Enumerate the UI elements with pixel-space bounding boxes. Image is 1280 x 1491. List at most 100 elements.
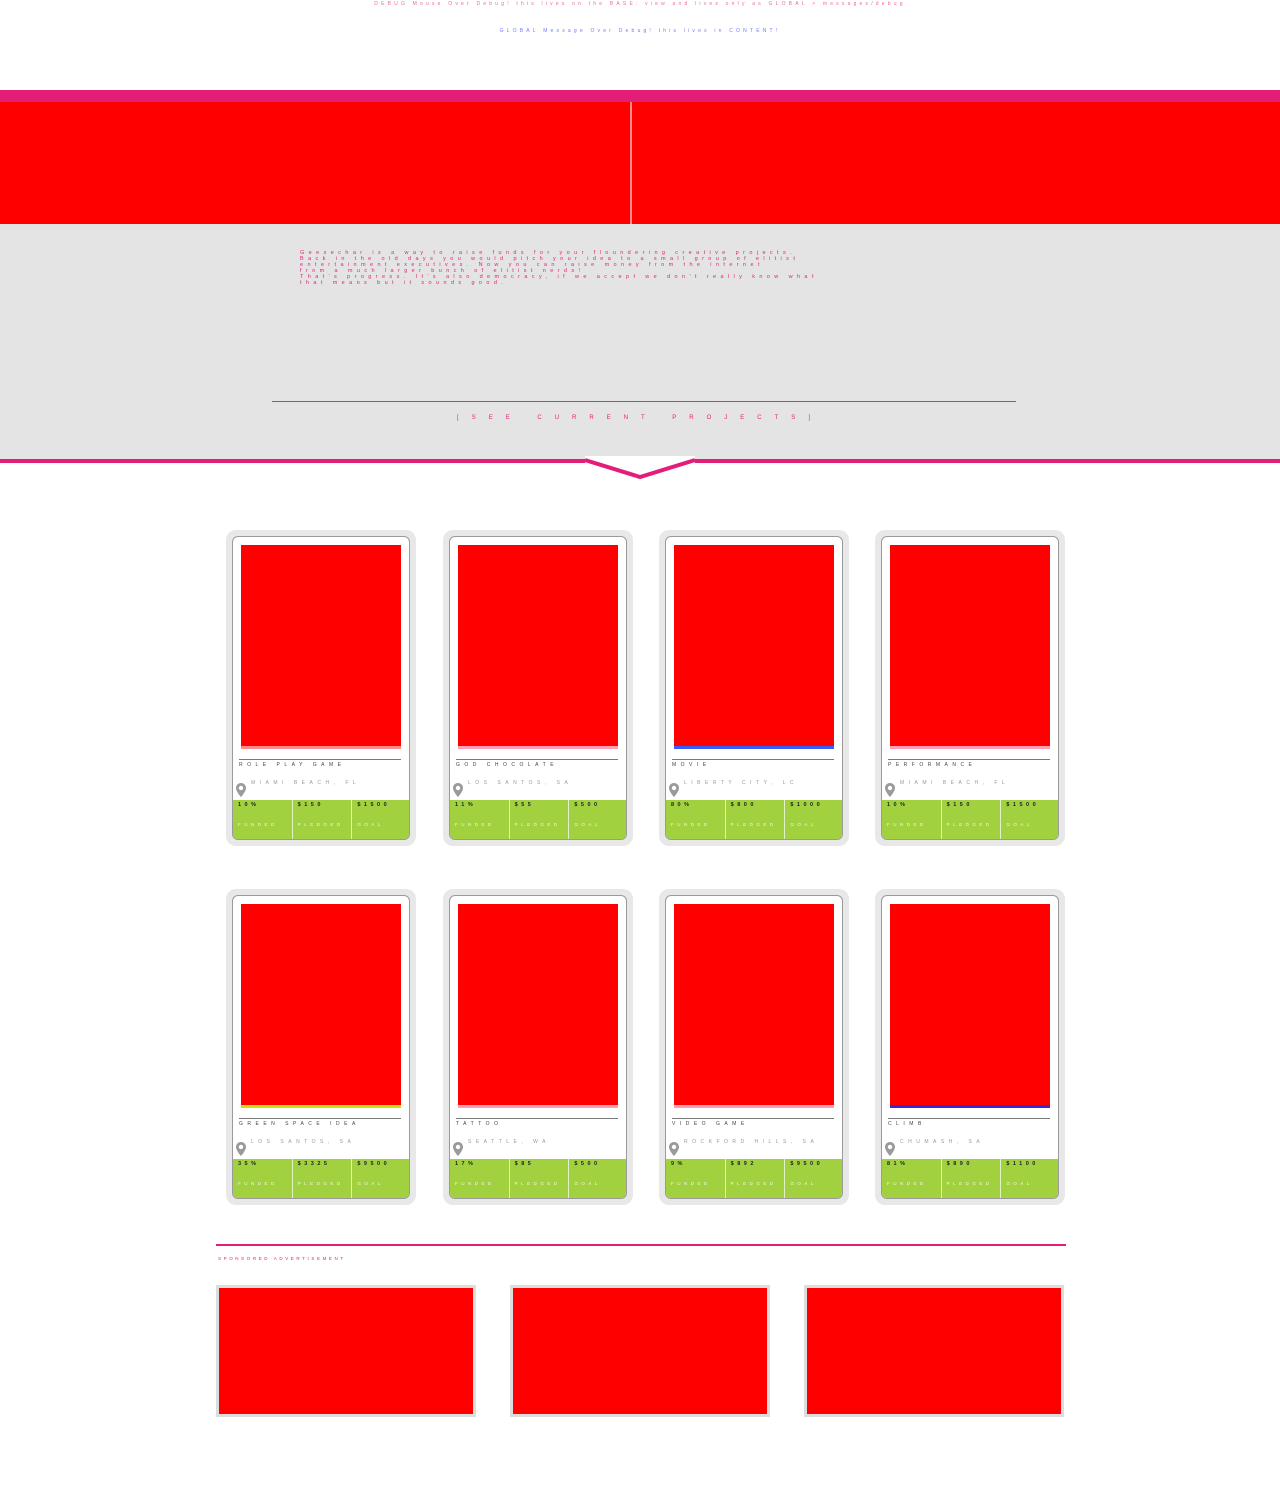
- stat-goal-value: $1000: [790, 802, 824, 808]
- project-card[interactable]: CLIMB CHUMASH, SA 81% FUNDED $890 PLEDGED $110…: [875, 889, 1065, 1205]
- project-title[interactable]: MOVIE: [672, 762, 711, 768]
- project-title-divider: [239, 759, 401, 760]
- project-stats: 35% FUNDED $3325 PLEDGED $9500 GOAL: [233, 1159, 409, 1198]
- stat-pledged-value: $3325: [297, 1161, 331, 1167]
- project-image[interactable]: [890, 545, 1050, 749]
- stat-pledged-value: $890: [946, 1161, 973, 1167]
- project-title[interactable]: GREEN SPACE IDEA: [239, 1121, 360, 1127]
- stat-funded-label: FUNDED: [887, 1181, 927, 1186]
- stat-goal: $9500 GOAL: [352, 1159, 409, 1198]
- location-pin-icon: [885, 783, 895, 797]
- sponsored-ad-3[interactable]: [804, 1285, 1064, 1417]
- stat-goal-label: GOAL: [574, 1181, 601, 1186]
- project-card-body: CLIMB CHUMASH, SA 81% FUNDED $890 PLEDGED $110…: [881, 895, 1059, 1199]
- location-pin-icon: [236, 783, 246, 797]
- project-card[interactable]: VIDEO GAME ROCKFORD HILLS, SA 9% FUNDED $892…: [659, 889, 849, 1205]
- project-stats: 10% FUNDED $150 PLEDGED $1500 GOAL: [233, 800, 409, 839]
- project-image[interactable]: [458, 904, 618, 1108]
- stat-goal: $1500 GOAL: [352, 800, 409, 839]
- stat-goal: $1500 GOAL: [1001, 800, 1058, 839]
- location-pin-icon: [669, 1142, 679, 1156]
- project-image[interactable]: [674, 904, 834, 1108]
- stat-funded: 10% FUNDED: [882, 800, 942, 839]
- stat-goal-value: $1500: [357, 802, 391, 808]
- about-divider: [272, 401, 1016, 402]
- project-card[interactable]: MOVIE LIBERTY CITY, LC 80% FUNDED $800 PLEDGE…: [659, 530, 849, 846]
- stat-funded: 80% FUNDED: [666, 800, 726, 839]
- stat-funded-label: FUNDED: [671, 822, 711, 827]
- project-title-divider: [239, 1118, 401, 1119]
- stat-goal-value: $9500: [357, 1161, 391, 1167]
- stat-funded: 10% FUNDED: [233, 800, 293, 839]
- stat-funded-label: FUNDED: [238, 822, 278, 827]
- stat-pledged: $800 PLEDGED: [726, 800, 786, 839]
- project-card[interactable]: ROLE PLAY GAME MIAMI BEACH, FL 10% FUNDED $1…: [226, 530, 416, 846]
- stat-pledged-label: PLEDGED: [730, 1181, 777, 1186]
- stat-pledged-label: PLEDGED: [514, 1181, 561, 1186]
- stat-pledged-value: $892: [730, 1161, 757, 1167]
- stat-pledged: $3325 PLEDGED: [293, 1159, 353, 1198]
- project-stats: 9% FUNDED $892 PLEDGED $9500 GOAL: [666, 1159, 842, 1198]
- stat-pledged-value: $150: [946, 802, 973, 808]
- stat-funded: 35% FUNDED: [233, 1159, 293, 1198]
- stat-pledged: $890 PLEDGED: [942, 1159, 1002, 1198]
- project-image[interactable]: [241, 545, 401, 749]
- stat-goal: $1100 GOAL: [1001, 1159, 1058, 1198]
- stat-pledged-label: PLEDGED: [297, 1181, 344, 1186]
- project-card-body: TATTOO SEATTLE, WA 17% FUNDED $85 PLEDGED $500…: [449, 895, 627, 1199]
- project-image[interactable]: [890, 904, 1050, 1108]
- stat-funded: 81% FUNDED: [882, 1159, 942, 1198]
- stat-funded: 9% FUNDED: [666, 1159, 726, 1198]
- stat-goal-label: GOAL: [357, 822, 384, 827]
- project-card-body: PERFORMANCE MIAMI BEACH, FL 10% FUNDED $150 P…: [881, 536, 1059, 840]
- project-title-divider: [672, 1118, 834, 1119]
- stat-funded-label: FUNDED: [455, 1181, 495, 1186]
- stat-funded-value: 17%: [455, 1161, 477, 1167]
- project-stats: 80% FUNDED $800 PLEDGED $1000 GOAL: [666, 800, 842, 839]
- project-title-divider: [456, 1118, 618, 1119]
- project-location: LIBERTY CITY, LC: [684, 780, 798, 786]
- project-card-body: GOD CHOCOLATE LOS SANTOS, SA 11% FUNDED $55 P…: [449, 536, 627, 840]
- stat-pledged-label: PLEDGED: [297, 822, 344, 827]
- sponsored-ad-1[interactable]: [216, 1285, 476, 1417]
- sponsored-label: SPONSORED ADVERTISEMENT: [218, 1256, 346, 1261]
- project-title[interactable]: TATTOO: [456, 1121, 502, 1127]
- stat-funded-value: 10%: [238, 802, 260, 808]
- project-image[interactable]: [241, 904, 401, 1108]
- stat-goal-value: $500: [574, 802, 601, 808]
- see-current-projects-link[interactable]: [SEE CURRENT PROJECTS]: [0, 415, 1280, 421]
- sponsored-ad-2[interactable]: [510, 1285, 770, 1417]
- stat-pledged: $55 PLEDGED: [510, 800, 570, 839]
- project-title[interactable]: VIDEO GAME: [672, 1121, 749, 1127]
- sponsored-divider: [216, 1244, 1066, 1246]
- project-title[interactable]: PERFORMANCE: [888, 762, 976, 768]
- project-image[interactable]: [674, 545, 834, 749]
- stat-goal-label: GOAL: [1006, 1181, 1033, 1186]
- project-title[interactable]: CLIMB: [888, 1121, 926, 1127]
- project-title[interactable]: ROLE PLAY GAME: [239, 762, 345, 768]
- location-pin-icon: [669, 783, 679, 797]
- stat-funded-label: FUNDED: [671, 1181, 711, 1186]
- project-title-divider: [888, 1118, 1050, 1119]
- stat-funded: 17% FUNDED: [450, 1159, 510, 1198]
- stat-pledged-label: PLEDGED: [946, 1181, 993, 1186]
- project-card[interactable]: PERFORMANCE MIAMI BEACH, FL 10% FUNDED $150 P…: [875, 530, 1065, 846]
- stat-pledged: $85 PLEDGED: [510, 1159, 570, 1198]
- stat-goal-value: $1100: [1006, 1161, 1039, 1167]
- stat-funded: 11% FUNDED: [450, 800, 510, 839]
- project-card-body: ROLE PLAY GAME MIAMI BEACH, FL 10% FUNDED $1…: [232, 536, 410, 840]
- stat-goal-label: GOAL: [790, 1181, 817, 1186]
- project-card[interactable]: TATTOO SEATTLE, WA 17% FUNDED $85 PLEDGED $500…: [443, 889, 633, 1205]
- project-card-body: VIDEO GAME ROCKFORD HILLS, SA 9% FUNDED $892…: [665, 895, 843, 1199]
- stat-goal-value: $1500: [1006, 802, 1040, 808]
- project-card[interactable]: GOD CHOCOLATE LOS SANTOS, SA 11% FUNDED $55 P…: [443, 530, 633, 846]
- project-stats: 17% FUNDED $85 PLEDGED $500 GOAL: [450, 1159, 626, 1198]
- project-title[interactable]: GOD CHOCOLATE: [456, 762, 558, 768]
- project-stats: 11% FUNDED $55 PLEDGED $500 GOAL: [450, 800, 626, 839]
- stat-goal: $9500 GOAL: [785, 1159, 842, 1198]
- stat-pledged: $150 PLEDGED: [293, 800, 353, 839]
- project-title-divider: [672, 759, 834, 760]
- stat-pledged-value: $55: [514, 802, 535, 808]
- project-image[interactable]: [458, 545, 618, 749]
- project-card[interactable]: GREEN SPACE IDEA LOS SANTOS, SA 35% FUNDED $…: [226, 889, 416, 1205]
